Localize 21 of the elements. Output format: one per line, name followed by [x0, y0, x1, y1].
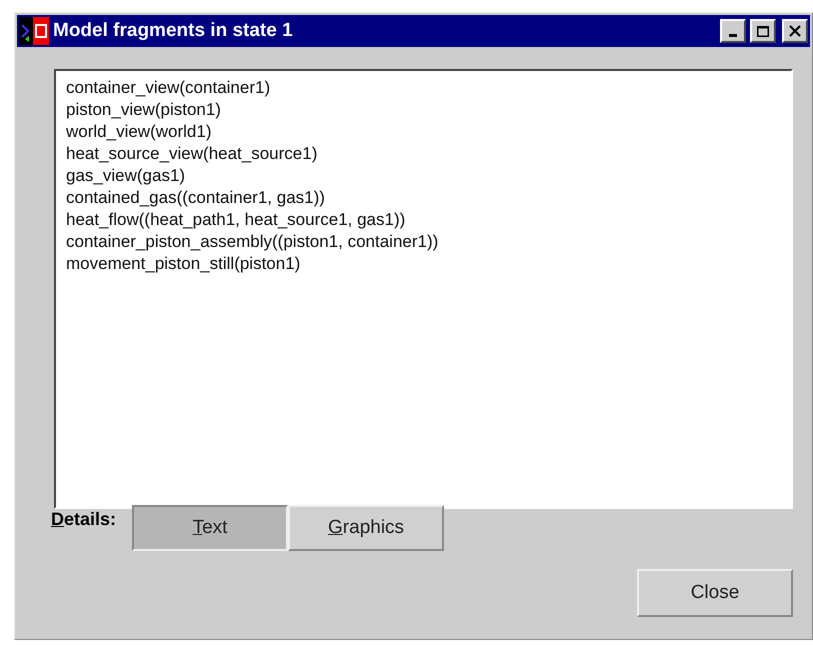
- list-item[interactable]: contained_gas((container1, gas1)): [66, 187, 781, 209]
- details-label: Details:: [51, 509, 116, 530]
- list-item[interactable]: movement_piston_still(piston1): [66, 253, 781, 275]
- details-toggle[interactable]: Text: [132, 505, 288, 551]
- app-icon: [19, 17, 49, 45]
- list-item[interactable]: gas_view(gas1): [66, 165, 781, 187]
- list-item[interactable]: world_view(world1): [66, 121, 781, 143]
- list-item[interactable]: piston_view(piston1): [66, 99, 781, 121]
- maximize-button[interactable]: [750, 19, 776, 43]
- list-item[interactable]: heat_source_view(heat_source1): [66, 143, 781, 165]
- list-item[interactable]: container_view(container1): [66, 77, 781, 99]
- list-item[interactable]: heat_flow((heat_path1, heat_source1, gas1)): [66, 209, 781, 231]
- maximize-icon: [757, 26, 769, 36]
- close-button[interactable]: [782, 19, 808, 43]
- minimize-icon: [729, 34, 737, 36]
- close-icon: [789, 25, 801, 37]
- details-toggle[interactable]: Graphics: [288, 505, 444, 551]
- minimize-button[interactable]: [720, 19, 746, 43]
- list-item[interactable]: container_piston_assembly((piston1, container1)): [66, 231, 781, 253]
- window-title: Model fragments in state 1: [53, 20, 294, 42]
- close-dialog-button[interactable]: Close: [637, 569, 793, 617]
